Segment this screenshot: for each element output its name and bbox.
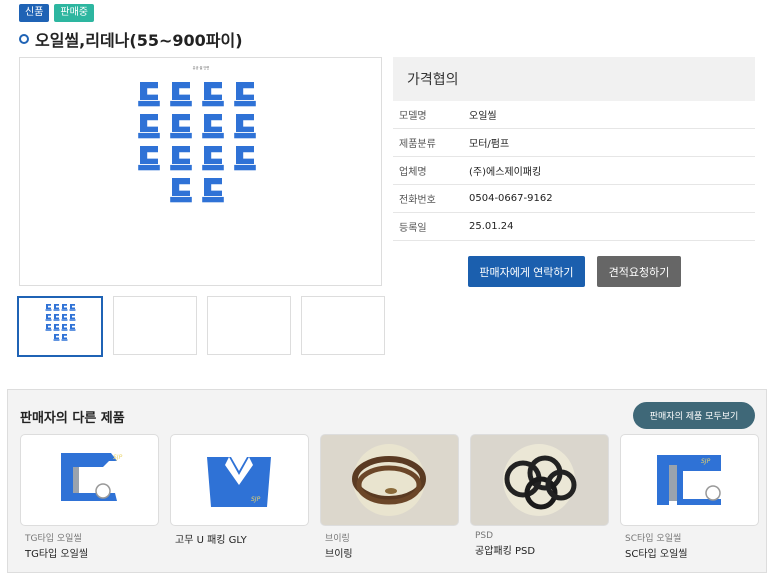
request-quote-button[interactable]: 견적요청하기 (597, 256, 681, 287)
svg-text:SJP: SJP (701, 458, 711, 465)
svg-text:SJP: SJP (251, 496, 261, 503)
product-name: 공압패킹 PSD (475, 546, 536, 557)
v-ring-photo (352, 444, 426, 516)
seal-profile-grid (138, 82, 256, 203)
product-category: PSD (475, 531, 494, 541)
product-card[interactable]: SJP TG타입 오일씰 TG타입 오일씰 (20, 434, 159, 560)
product-list: SJP TG타입 오일씰 TG타입 오일씰 SJP 고무 U 패킹 GLY 브이… (20, 434, 759, 560)
product-image (470, 434, 609, 526)
title-row: 오일씰,리데나(55~900파이) (19, 27, 243, 51)
thumbnail-catalog-image (45, 304, 76, 341)
info-row-date: 등록일 25.01.24 (393, 213, 755, 241)
contact-seller-button[interactable]: 판매자에게 연락하기 (468, 256, 585, 287)
product-card[interactable]: SJP SC타입 오일씰 SC타입 오일씰 (620, 434, 759, 560)
tg-oil-seal-image: SJP (61, 453, 123, 501)
info-label: 전화번호 (399, 195, 436, 206)
info-label: 제품분류 (399, 139, 436, 150)
thumbnail-strip (17, 296, 385, 357)
product-card[interactable]: PSD 공압패킹 PSD (470, 434, 609, 560)
product-card[interactable]: 브이링 브이링 (320, 434, 459, 560)
product-image (320, 434, 459, 526)
seal-catalog-image: 유공 씰 단면 (138, 65, 256, 203)
info-value: 모터/펌프 (469, 139, 510, 150)
product-name: TG타입 오일씰 (25, 549, 89, 560)
product-name: 고무 U 패킹 GLY (175, 535, 247, 546)
product-card[interactable]: SJP 고무 U 패킹 GLY (170, 434, 309, 560)
product-name: 브이링 (325, 549, 353, 560)
info-value: 0504-0667-9162 (469, 193, 553, 204)
svg-text:SJP: SJP (113, 454, 123, 461)
info-value: 25.01.24 (469, 221, 514, 232)
product-category: 브이링 (325, 534, 350, 544)
product-category: TG타입 오일씰 (25, 534, 82, 544)
thumbnail-4[interactable] (301, 296, 385, 355)
product-name: SC타입 오일씰 (625, 549, 688, 560)
info-row-model: 모델명 오일씰 (393, 101, 755, 129)
section-title: 판매자의 다른 제품 (20, 411, 125, 426)
price-text: 가격협의 (407, 72, 459, 88)
circle-bullet-icon (19, 34, 29, 44)
product-image: SJP (620, 434, 759, 526)
status-badges: 신품 판매중 (19, 4, 95, 22)
new-badge: 신품 (19, 4, 50, 22)
info-label: 등록일 (399, 223, 427, 234)
thumbnail-3[interactable] (207, 296, 291, 355)
info-value: (주)에스제이패킹 (469, 167, 542, 178)
seller-other-products: 판매자의 다른 제품 판매자의 제품 모두보기 SJP TG타입 오일씰 TG타… (7, 389, 767, 573)
product-image: SJP (20, 434, 159, 526)
product-image: SJP (170, 434, 309, 526)
price-box: 가격협의 (393, 57, 755, 101)
thumbnail-2[interactable] (113, 296, 197, 355)
info-row-category: 제품분류 모터/펌프 (393, 129, 755, 157)
u-packing-image: SJP (207, 457, 271, 507)
info-label: 업체명 (399, 167, 427, 178)
info-value: 오일씰 (469, 111, 497, 122)
sc-oil-seal-image: SJP (657, 455, 721, 505)
catalog-caption: 유공 씰 단면 (193, 65, 210, 70)
info-row-company: 업체명 (주)에스제이패킹 (393, 157, 755, 185)
thumbnail-1[interactable] (17, 296, 103, 357)
page-title: 오일씰,리데나(55~900파이) (35, 31, 243, 50)
info-label: 모델명 (399, 111, 427, 122)
product-info-table: 모델명 오일씰 제품분류 모터/펌프 업체명 (주)에스제이패킹 전화번호 05… (393, 101, 755, 241)
psd-packing-photo (503, 444, 577, 516)
info-row-phone: 전화번호 0504-0667-9162 (393, 185, 755, 213)
main-product-image[interactable]: 유공 씰 단면 (19, 57, 382, 286)
product-category: SC타입 오일씰 (625, 534, 682, 544)
view-all-products-button[interactable]: 판매자의 제품 모두보기 (633, 402, 755, 429)
on-sale-badge: 판매중 (54, 4, 95, 22)
